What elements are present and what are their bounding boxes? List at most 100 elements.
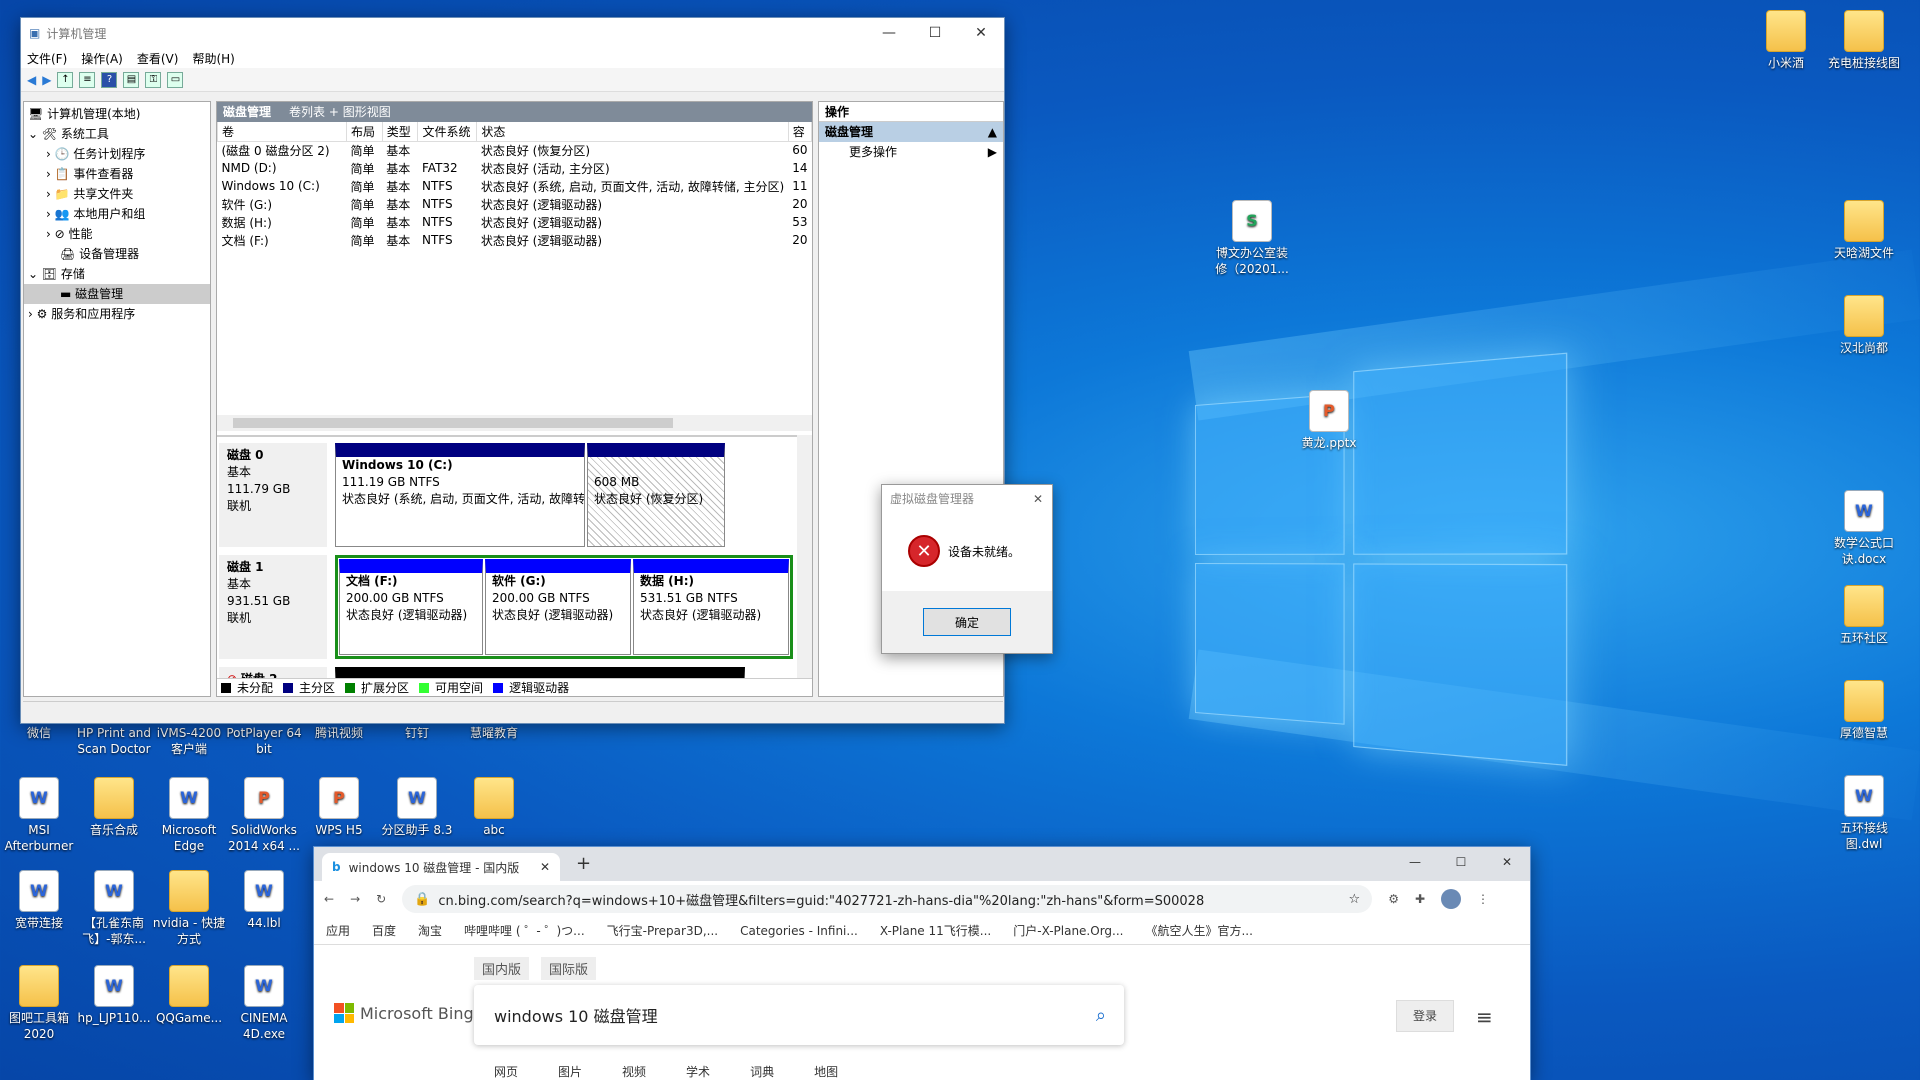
desktop-icon[interactable]: 厚德智慧 (1825, 680, 1903, 741)
tree-item-root[interactable]: 🖥 计算机管理(本地) (24, 104, 210, 124)
new-tab-button[interactable]: + (576, 853, 591, 874)
bookmark-item[interactable]: 飞行宝-Prepar3D,... (607, 922, 718, 939)
desktop-icon[interactable]: Whp_LJP110... (75, 965, 153, 1026)
table-row[interactable]: 文档 (F:) 简单 基本 NTFS 状态良好 (逻辑驱动器) 20 (218, 231, 812, 249)
view-icon[interactable]: ▤ (123, 71, 140, 88)
desktop-icon[interactable]: PotPlayer 64 bit (225, 725, 303, 757)
desktop-icon[interactable]: W 【孔雀东南飞】-郭东... (75, 870, 153, 947)
more-actions[interactable]: 更多操作 ▶ (819, 142, 1003, 162)
search-nav-item[interactable]: 视频 (622, 1063, 646, 1080)
menu-dots-icon[interactable]: ⋮ (1477, 892, 1489, 906)
tree-item-device-manager[interactable]: 🖨 设备管理器 (24, 244, 210, 264)
up-folder-icon[interactable]: ↑ (57, 71, 74, 88)
tree-item-task-scheduler[interactable]: › 🕒 任务计划程序 (24, 144, 210, 164)
forward-arrow-icon[interactable]: → (350, 892, 360, 906)
tree-item-services[interactable]: › ⚙ 服务和应用程序 (24, 304, 210, 324)
tree-item-local-users[interactable]: › 👥 本地用户和组 (24, 204, 210, 224)
ok-button[interactable]: 确定 (923, 608, 1011, 636)
desktop-icon[interactable]: abc (455, 777, 533, 838)
menu-view[interactable]: 查看(V) (137, 50, 179, 67)
login-button[interactable]: 登录 (1396, 1000, 1454, 1032)
col-volume[interactable]: 卷 (216, 122, 348, 142)
search-nav-item[interactable]: 图片 (558, 1063, 582, 1080)
tree-item-storage[interactable]: ⌄ 🗄 存储 (24, 264, 210, 284)
horizontal-scrollbar[interactable] (217, 415, 812, 431)
tree-item-performance[interactable]: › ⊘ 性能 (24, 224, 210, 244)
bookmark-item[interactable]: 应用 (326, 922, 350, 939)
partition-h[interactable]: 数据 (H:) 531.51 GB NTFS 状态良好 (逻辑驱动器) (633, 559, 789, 655)
partition-recovery[interactable]: 608 MB 状态良好 (恢复分区) (587, 443, 725, 547)
tab-close-icon[interactable]: ✕ (540, 860, 550, 874)
properties-icon[interactable]: ▭ (167, 71, 184, 88)
desktop-icon[interactable]: 图吧工具箱2020 (0, 965, 78, 1042)
desktop-icon[interactable]: 音乐合成 (75, 777, 153, 838)
partition-f[interactable]: 文档 (F:) 200.00 GB NTFS 状态良好 (逻辑驱动器) (339, 559, 483, 655)
desktop-icon[interactable]: iVMS-4200 客户端 (150, 725, 228, 757)
close-button[interactable]: ✕ (958, 25, 1004, 41)
help-icon[interactable]: ? (101, 71, 118, 88)
minimize-button[interactable]: — (866, 25, 912, 41)
desktop-icon[interactable]: 小米酒 (1747, 10, 1825, 71)
col-layout[interactable]: 布局 (346, 122, 383, 142)
show-tree-icon[interactable]: ≡ (79, 71, 96, 88)
desktop-icon[interactable]: QQGame... (150, 965, 228, 1026)
table-row[interactable]: Windows 10 (C:) 简单 基本 NTFS 状态良好 (系统, 启动, 页面文… (218, 177, 812, 195)
col-capacity[interactable]: 容 (787, 122, 813, 142)
table-row[interactable]: (磁盘 0 磁盘分区 2) 简单 基本 状态良好 (恢复分区) 60 (218, 141, 812, 159)
bookmark-item[interactable]: 《航空人生》官方... (1145, 922, 1252, 939)
table-row[interactable]: 数据 (H:) 简单 基本 NTFS 状态良好 (逻辑驱动器) 53 (218, 213, 812, 231)
desktop-icon[interactable]: W Microsoft Edge (150, 777, 228, 854)
tree-item-shared-folders[interactable]: › 📁 共享文件夹 (24, 184, 210, 204)
desktop-icon[interactable]: 充电桩接线图 (1825, 10, 1903, 71)
browser-tab[interactable]: b windows 10 磁盘管理 - 国内版 ✕ (322, 853, 560, 881)
extension-icon[interactable]: ⚙ (1388, 892, 1399, 906)
search-box[interactable]: windows 10 磁盘管理 ⌕ (474, 985, 1124, 1045)
desktop-icon[interactable]: W CINEMA 4D.exe (225, 965, 303, 1042)
actions-section[interactable]: 磁盘管理 ▲ (819, 122, 1003, 142)
tree-item-system-tools[interactable]: ⌄ 🛠 系统工具 (24, 124, 210, 144)
chrome-minimize-button[interactable]: — (1392, 847, 1438, 877)
menu-help[interactable]: 帮助(H) (192, 50, 234, 67)
disk-0-label[interactable]: 磁盘 0 基本 111.79 GB 联机 (219, 443, 327, 547)
partition-g[interactable]: 软件 (G:) 200.00 GB NTFS 状态良好 (逻辑驱动器) (485, 559, 631, 655)
desktop-icon[interactable]: W 五环接线图.dwl (1825, 775, 1903, 852)
desktop-icon[interactable]: 微信 (0, 725, 78, 741)
bookmark-item[interactable]: 门户-X-Plane.Org... (1013, 922, 1123, 939)
bookmark-item[interactable]: Categories - Infini... (740, 924, 858, 938)
desktop-icon[interactable]: P WPS H5 (300, 777, 378, 838)
desktop-icon[interactable]: W 宽带连接 (0, 870, 78, 931)
search-icon[interactable]: ⌕ (1096, 1005, 1106, 1026)
bookmark-item[interactable]: 淘宝 (418, 922, 442, 939)
desktop-icon[interactable]: 慧曜教育 (455, 725, 533, 741)
partition-c[interactable]: Windows 10 (C:) 111.19 GB NTFS 状态良好 (系统, 启… (335, 443, 585, 547)
menu-file[interactable]: 文件(F) (27, 50, 67, 67)
table-row[interactable]: NMD (D:) 简单 基本 FAT32 状态良好 (活动, 主分区) 14 (218, 159, 812, 177)
chrome-maximize-button[interactable]: ☐ (1438, 847, 1484, 877)
desktop-icon[interactable]: P SolidWorks 2014 x64 ... (225, 777, 303, 854)
star-icon[interactable]: ☆ (1349, 892, 1361, 907)
key-icon[interactable]: ⚿ (145, 71, 162, 88)
vertical-scrollbar[interactable] (797, 435, 812, 680)
col-filesystem[interactable]: 文件系统 (417, 122, 478, 142)
dialog-close-button[interactable]: ✕ (1024, 485, 1052, 513)
profile-avatar[interactable] (1441, 889, 1462, 909)
desktop-icon[interactable]: W 44.lbl (225, 870, 303, 931)
desktop-icon[interactable]: nvidia - 快捷方式 (150, 870, 228, 947)
bing-logo[interactable]: Microsoft Bing (334, 1003, 474, 1023)
disk-1-label[interactable]: 磁盘 1 基本 931.51 GB 联机 (219, 555, 327, 659)
collapse-icon[interactable]: ▲ (988, 122, 997, 142)
tree-item-event-viewer[interactable]: › 📋 事件查看器 (24, 164, 210, 184)
search-nav-item[interactable]: 词典 (750, 1063, 774, 1080)
col-type[interactable]: 类型 (381, 122, 419, 142)
scope-international[interactable]: 国际版 (541, 957, 597, 980)
table-row[interactable]: 软件 (G:) 简单 基本 NTFS 状态良好 (逻辑驱动器) 20 (218, 195, 812, 213)
tree-item-disk-management[interactable]: ▬ 磁盘管理 (24, 284, 210, 304)
bookmark-item[interactable]: X-Plane 11飞行模... (880, 922, 991, 939)
desktop-icon[interactable]: S 博文办公室装修（20201... (1213, 200, 1291, 277)
search-nav-item[interactable]: 网页 (494, 1063, 518, 1080)
back-icon[interactable]: ◀ (27, 73, 36, 87)
desktop-icon[interactable]: 腾讯视频 (300, 725, 378, 741)
search-nav-item[interactable]: 学术 (686, 1063, 710, 1080)
bookmark-item[interactable]: 哔哩哔哩 ( ゜- ゜)つ... (464, 922, 585, 939)
forward-icon[interactable]: ▶ (42, 73, 51, 87)
